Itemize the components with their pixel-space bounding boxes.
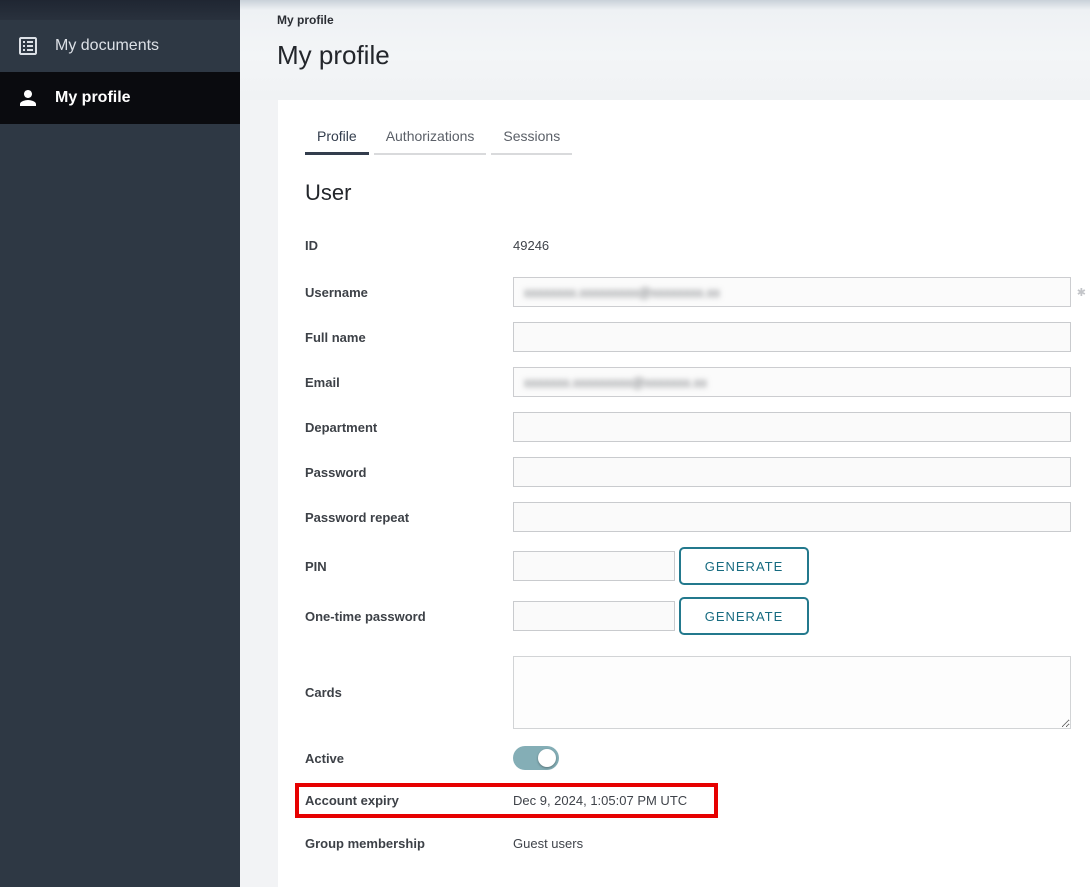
account-expiry-highlight-annotation: Account expiry Dec 9, 2024, 1:05:07 PM U… (295, 783, 718, 818)
field-row-full-name: Full name (305, 322, 1071, 352)
pin-label: PIN (305, 559, 513, 574)
username-redacted-value: xxxxxxxx.xxxxxxxxx@xxxxxxxx.xx (524, 285, 720, 300)
active-toggle[interactable] (513, 746, 559, 770)
field-row-id: ID 49246 (305, 238, 1071, 253)
page-header: My profile My profile (240, 0, 1090, 100)
sidebar: My documents My profile (0, 0, 240, 887)
sidebar-item-label: My documents (55, 37, 159, 55)
password-repeat-label: Password repeat (305, 510, 513, 525)
email-label: Email (305, 375, 513, 390)
toggle-knob (538, 749, 556, 767)
field-row-cards: Cards (305, 656, 1071, 729)
breadcrumb[interactable]: My profile (277, 13, 1090, 27)
field-row-group-membership: Group membership Guest users (305, 836, 1071, 851)
field-row-email: Email xxxxxxx.xxxxxxxxx@xxxxxxx.xx (305, 367, 1071, 397)
one-time-password-label: One-time password (305, 609, 513, 624)
pin-generate-button[interactable]: GENERATE (679, 547, 809, 585)
password-repeat-input[interactable] (513, 502, 1071, 532)
one-time-password-input[interactable] (513, 601, 675, 631)
full-name-input[interactable] (513, 322, 1071, 352)
group-membership-label: Group membership (305, 836, 513, 851)
field-row-password: Password (305, 457, 1071, 487)
person-icon (16, 86, 40, 110)
sidebar-item-label: My profile (55, 89, 131, 107)
field-row-active: Active (305, 746, 1071, 770)
password-label: Password (305, 465, 513, 480)
field-row-department: Department (305, 412, 1071, 442)
required-asterisk: ✱ (1077, 286, 1086, 299)
tab-authorizations[interactable]: Authorizations (374, 120, 487, 155)
account-expiry-label: Account expiry (305, 793, 513, 808)
field-row-one-time-password: One-time password GENERATE (305, 597, 1071, 635)
app-window: My documents My profile My profile My pr… (0, 0, 1090, 887)
email-redacted-value: xxxxxxx.xxxxxxxxx@xxxxxxx.xx (524, 375, 707, 390)
tab-profile[interactable]: Profile (305, 120, 369, 155)
tab-sessions[interactable]: Sessions (491, 120, 572, 155)
documents-list-icon (16, 34, 40, 58)
sidebar-item-my-profile[interactable]: My profile (0, 72, 240, 124)
username-input[interactable]: xxxxxxxx.xxxxxxxxx@xxxxxxxx.xx (513, 277, 1071, 307)
cards-label: Cards (305, 685, 513, 700)
field-row-username: Username xxxxxxxx.xxxxxxxxx@xxxxxxxx.xx … (305, 277, 1071, 307)
email-input[interactable]: xxxxxxx.xxxxxxxxx@xxxxxxx.xx (513, 367, 1071, 397)
tab-bar: Profile Authorizations Sessions (305, 120, 1071, 155)
group-membership-value: Guest users (513, 836, 583, 851)
field-row-password-repeat: Password repeat (305, 502, 1071, 532)
active-label: Active (305, 751, 513, 766)
password-input[interactable] (513, 457, 1071, 487)
sidebar-item-my-documents[interactable]: My documents (0, 20, 240, 72)
department-input[interactable] (513, 412, 1071, 442)
page-title: My profile (277, 40, 1090, 71)
otp-generate-button[interactable]: GENERATE (679, 597, 809, 635)
department-label: Department (305, 420, 513, 435)
field-row-pin: PIN GENERATE (305, 547, 1071, 585)
sidebar-top-strip (0, 0, 240, 20)
id-value: 49246 (513, 238, 549, 253)
profile-card: Profile Authorizations Sessions User ID … (278, 100, 1090, 887)
full-name-label: Full name (305, 330, 513, 345)
pin-input[interactable] (513, 551, 675, 581)
account-expiry-value: Dec 9, 2024, 1:05:07 PM UTC (513, 793, 687, 808)
section-title-user: User (305, 180, 1071, 206)
cards-textarea[interactable] (513, 656, 1071, 729)
main-area: My profile My profile Profile Authorizat… (240, 0, 1090, 887)
id-label: ID (305, 238, 513, 253)
username-label: Username (305, 285, 513, 300)
